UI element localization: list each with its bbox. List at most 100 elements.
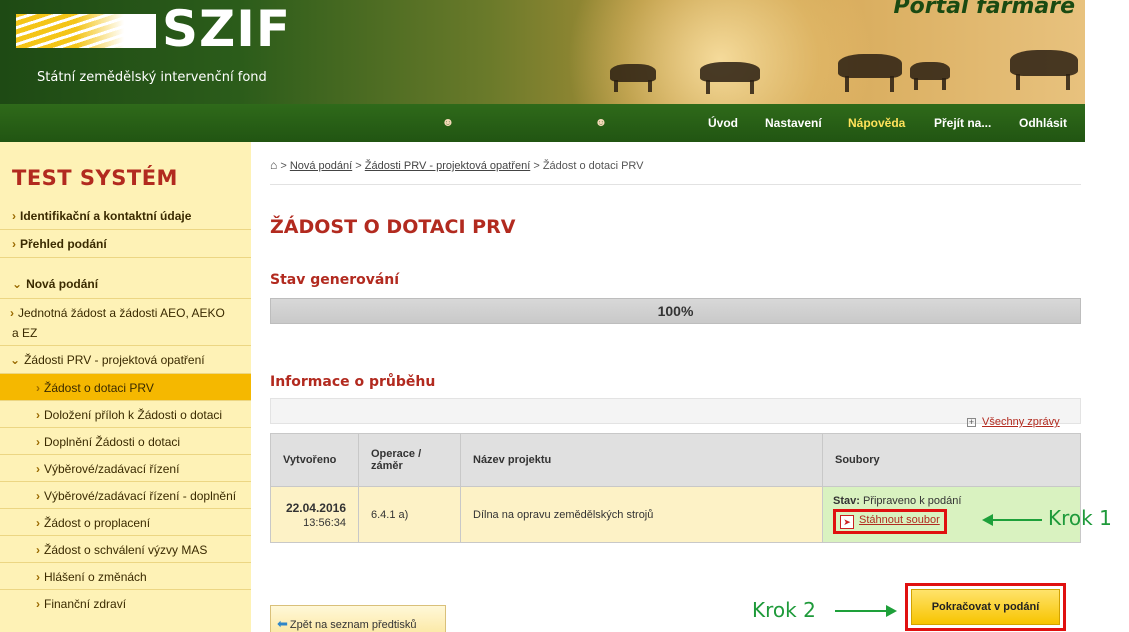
sidebar-title: TEST SYSTÉM — [12, 166, 178, 190]
sidebar-item-zadosti-prv[interactable]: ⌄ Žádosti PRV - projektová opatření — [0, 346, 251, 374]
sidebar-item-label: Doplnění Žádosti o dotaci — [44, 435, 181, 449]
continue-submission-button[interactable]: Pokračovat v podání — [911, 589, 1060, 625]
sidebar-item-identifikacni-udaje[interactable]: › Identifikační a kontaktní údaje — [0, 203, 251, 230]
sidebar-item-label: Výběrové/zadávací řízení — [44, 462, 180, 476]
divider — [270, 184, 1081, 185]
sidebar-item-dolozeni-priloh[interactable]: › Doložení příloh k Žádosti o dotaci — [0, 401, 251, 428]
arrow-right-annotation — [835, 605, 897, 617]
download-file-label[interactable]: Stáhnout soubor — [859, 514, 940, 526]
chevron-right-icon: › — [36, 462, 40, 476]
chevron-right-icon: › — [36, 516, 40, 530]
sidebar-item-label: Hlášení o změnách — [44, 570, 147, 584]
cell-operation: 6.4.1 a) — [358, 486, 461, 543]
sidebar-item-label: Žádost o proplacení — [44, 516, 151, 530]
chevron-right-icon: › — [10, 306, 14, 320]
chevron-right-icon: › — [36, 543, 40, 557]
nav-napoveda[interactable]: Nápověda — [848, 104, 905, 142]
section-title-informace: Informace o průběhu — [270, 374, 436, 390]
sidebar-item-hlaseni-o-zmenach[interactable]: › Hlášení o změnách — [0, 563, 251, 590]
cell-files: Stav: Připraveno k podání ➤ Stáhnout soub… — [822, 486, 1081, 543]
column-header-vytvoreno: Vytvořeno — [270, 433, 359, 487]
page-title: ŽÁDOST O DOTACI PRV — [270, 216, 516, 238]
progress-label: 100% — [657, 303, 694, 319]
all-messages-link[interactable]: Všechny zprávy — [982, 416, 1060, 428]
nav-prejit-na[interactable]: Přejít na... — [934, 104, 991, 142]
sidebar-item-jednotna-zadost[interactable]: › Jednotná žádost a žádosti AEO, AEKO a E… — [0, 299, 251, 346]
sidebar-item-nova-podani[interactable]: ⌄ Nová podání — [0, 258, 251, 299]
sidebar-item-schvaleni-vyzvy-mas[interactable]: › Žádost o schválení výzvy MAS — [0, 536, 251, 563]
chevron-right-icon: › — [36, 435, 40, 449]
generation-progress-bar: 100% — [270, 298, 1081, 324]
status-text: Stav: Připraveno k podání — [833, 495, 1070, 507]
chevron-right-icon: › — [36, 381, 40, 395]
nav-uvod[interactable]: Úvod — [708, 104, 738, 142]
header-banner: SZIF Státní zemědělský intervenční fond … — [0, 0, 1085, 104]
breadcrumb-current: Žádost o dotaci PRV — [542, 160, 644, 172]
sidebar-item-doplneni-zadosti[interactable]: › Doplnění Žádosti o dotaci — [0, 428, 251, 455]
sidebar-item-financni-zdravi[interactable]: › Finanční zdraví — [0, 590, 251, 617]
sidebar-item-label: Doložení příloh k Žádosti o dotaci — [44, 408, 223, 422]
sidebar-item-prehled-podani[interactable]: › Přehled podání — [0, 230, 251, 258]
column-header-nazev-projektu: Název projektu — [460, 433, 823, 487]
chevron-right-icon: › — [36, 489, 40, 503]
status-label: Stav: — [833, 495, 860, 507]
sidebar-item-label: Žádost o dotaci PRV — [44, 381, 154, 395]
table-header-row: Vytvořeno Operace / záměr Název projektu… — [270, 433, 1081, 487]
expand-plus-icon[interactable]: + — [967, 418, 976, 427]
messages-panel — [270, 398, 1081, 424]
breadcrumb-separator: > — [280, 160, 287, 172]
created-time: 13:56:34 — [303, 516, 346, 529]
user-account-icon[interactable]: ☻ — [594, 115, 608, 129]
back-button-label: Zpět na seznam předtisků — [289, 619, 417, 631]
sidebar-item-label: Finanční zdraví — [44, 597, 127, 611]
cell-created: 22.04.2016 13:56:34 — [270, 486, 359, 543]
table-row[interactable]: 22.04.2016 13:56:34 6.4.1 a) Dílna na op… — [270, 486, 1081, 543]
chevron-right-icon: › — [36, 408, 40, 422]
logo-subtitle: Státní zemědělský intervenční fond — [37, 70, 267, 85]
szif-logo-icon — [16, 14, 156, 48]
column-header-operace: Operace / záměr — [358, 433, 461, 487]
breadcrumb-zadosti-prv[interactable]: Žádosti PRV - projektová opatření — [365, 160, 531, 172]
download-file-link[interactable]: ➤ Stáhnout soubor — [833, 509, 947, 534]
breadcrumb-nova-podani[interactable]: Nová podání — [290, 160, 352, 172]
column-header-soubory: Soubory — [822, 433, 1081, 487]
breadcrumb: ⌂ > Nová podání > Žádosti PRV - projekto… — [270, 158, 644, 172]
top-navigation-bar: ☻ ☻ Úvod Nastavení Nápověda Přejít na...… — [0, 104, 1085, 142]
annotation-krok-2: Krok 2 — [752, 598, 816, 622]
chevron-down-icon: ⌄ — [12, 277, 23, 291]
chevron-down-icon: ⌄ — [10, 353, 21, 367]
cell-project-name: Dílna na opravu zemědělských strojů — [460, 486, 823, 543]
submissions-table: Vytvořeno Operace / záměr Název projektu… — [270, 433, 1081, 543]
sidebar-item-label: Jednotná žádost a žádosti AEO, AEKO — [18, 306, 225, 320]
sidebar-item-label: Výběrové/zadávací řízení - doplnění — [44, 489, 237, 503]
logo-text: SZIF — [162, 0, 292, 58]
created-date: 22.04.2016 — [285, 500, 346, 515]
all-messages-toggle[interactable]: + Všechny zprávy — [967, 416, 1060, 428]
breadcrumb-separator: > — [533, 160, 540, 172]
portal-title: Portál farmáře — [893, 0, 1075, 19]
section-title-stav-generovani: Stav generování — [270, 272, 400, 288]
nav-nastaveni[interactable]: Nastavení — [765, 104, 822, 142]
arrow-left-annotation — [982, 514, 1042, 526]
sidebar-item-label-cont: a EZ — [12, 326, 38, 340]
annotation-krok-1: Krok 1 — [1048, 506, 1112, 530]
sidebar-item-vyberove-rizeni[interactable]: › Výběrové/zadávací řízení — [0, 455, 251, 482]
chevron-right-icon: › — [36, 597, 40, 611]
user-icon[interactable]: ☻ — [441, 115, 455, 129]
sidebar-item-zadost-o-dotaci-prv[interactable]: › Žádost o dotaci PRV — [0, 374, 251, 401]
chevron-right-icon: › — [12, 237, 16, 251]
sidebar-item-vyberove-rizeni-doplneni[interactable]: › Výběrové/zadávací řízení - doplnění — [0, 482, 251, 509]
sidebar-item-label: Žádosti PRV - projektová opatření — [24, 353, 205, 367]
nav-odhlasit[interactable]: Odhlásit — [1019, 104, 1067, 142]
pdf-icon: ➤ — [840, 515, 854, 529]
status-value: Připraveno k podání — [862, 495, 962, 507]
sidebar-item-label: Identifikační a kontaktní údaje — [20, 209, 192, 223]
sidebar-item-label: Přehled podání — [20, 237, 107, 251]
home-icon[interactable]: ⌂ — [270, 158, 277, 172]
continue-highlight: Pokračovat v podání — [905, 583, 1066, 631]
sidebar-item-zadost-o-proplaceni[interactable]: › Žádost o proplacení — [0, 509, 251, 536]
sidebar-item-label: Žádost o schválení výzvy MAS — [44, 543, 208, 557]
chevron-right-icon: › — [36, 570, 40, 584]
sidebar-item-label: Nová podání — [26, 277, 99, 291]
back-to-list-button[interactable]: ⬅ Zpět na seznam předtisků — [270, 605, 446, 632]
